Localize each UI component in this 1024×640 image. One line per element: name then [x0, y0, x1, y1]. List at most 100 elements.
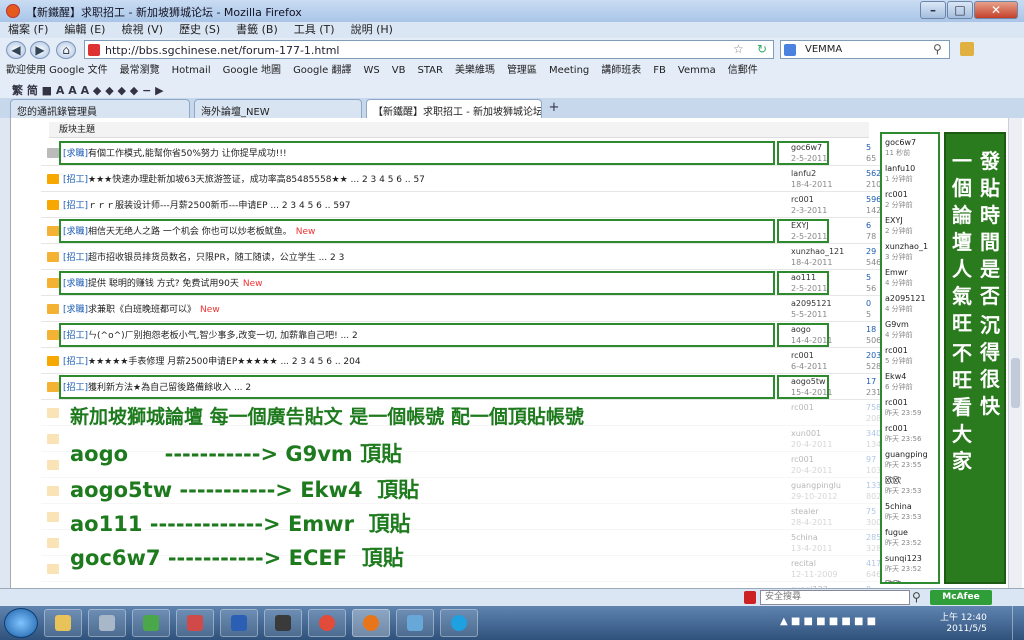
thread-category[interactable]: [招工]: [63, 175, 88, 185]
menu-history[interactable]: 歷史 (S): [171, 22, 228, 38]
menu-file[interactable]: 檔案 (F): [0, 22, 56, 38]
last-post-item[interactable]: 5china 昨天 23:53: [885, 502, 921, 522]
thread-title[interactable]: [招工]★★★★★手表修理 月薪2500申请EP★★★★★ ... 2 3 4 …: [63, 354, 365, 367]
last-post-user[interactable]: rc001: [885, 190, 913, 200]
last-post-user[interactable]: EXYJ: [885, 216, 913, 226]
last-post-item[interactable]: goc6w7 11 秒前: [885, 138, 916, 158]
last-post-item[interactable]: rc001 5 分钟前: [885, 346, 913, 366]
thread-category[interactable]: [招工]: [63, 253, 88, 263]
tab-overseas-forum[interactable]: 海外論壇_NEW: [194, 99, 362, 118]
bookmark-item[interactable]: Hotmail: [166, 62, 217, 80]
bookmark-item[interactable]: FB: [647, 62, 672, 80]
word-taskbar-icon[interactable]: [220, 609, 258, 637]
last-post-user[interactable]: Ekw4: [885, 372, 913, 382]
search-icon[interactable]: ⚲: [933, 42, 942, 56]
tray-icons[interactable]: ▲ ■ ■ ■ ■ ■ ■ ■: [780, 616, 876, 627]
last-post-item[interactable]: a2095121 4 分钟前: [885, 294, 926, 314]
last-post-user[interactable]: rc001: [885, 398, 921, 408]
table-row[interactable]: [招工]★★★快速办理赴新加坡63天旅游签证，成功率高85485558★★ ..…: [41, 166, 886, 192]
search-icon[interactable]: ⚲: [912, 590, 921, 604]
network-taskbar-icon[interactable]: [176, 609, 214, 637]
download-icon[interactable]: [960, 42, 974, 56]
last-post-item[interactable]: Emwr 4 分钟前: [885, 268, 913, 288]
last-post-user[interactable]: 欧欧: [885, 476, 921, 486]
last-post-user[interactable]: 5china: [885, 502, 921, 512]
home-icon[interactable]: ⌂: [56, 41, 76, 59]
last-post-item[interactable]: rc001 昨天 23:56: [885, 424, 921, 444]
bookmark-item[interactable]: 管理區: [501, 62, 543, 80]
table-row[interactable]: [招工]超市招收银员排货员数名，只限PR，随工随读，公立学生 ... 2 3 xu…: [41, 244, 881, 270]
bookmark-item[interactable]: 最常瀏覽: [114, 62, 166, 80]
scrollbar-thumb[interactable]: [1011, 358, 1020, 408]
bookmark-item[interactable]: WS: [358, 62, 386, 80]
bookmark-item[interactable]: Vemma: [672, 62, 722, 80]
last-post-item[interactable]: G9vm 4 分钟前: [885, 320, 913, 340]
thread-title[interactable]: [招工]★★★快速办理赴新加坡63天旅游签证，成功率高85485558★★ ..…: [63, 172, 429, 185]
maximize-button[interactable]: □: [947, 1, 973, 19]
tools-taskbar-icon[interactable]: [88, 609, 126, 637]
last-post-item[interactable]: xunzhao_1 3 分钟前: [885, 242, 928, 262]
last-post-item[interactable]: 欧欧 昨天 23:53: [885, 476, 921, 496]
last-post-user[interactable]: rc001: [885, 424, 921, 434]
last-post-user[interactable]: 欧欧: [885, 580, 901, 582]
author-name[interactable]: xunzhao_121: [791, 246, 844, 257]
author-name[interactable]: rc001: [791, 194, 827, 205]
last-post-item[interactable]: EXYJ 2 分钟前: [885, 216, 913, 236]
search-bar[interactable]: VEMMA ⚲: [780, 40, 950, 59]
thread-title[interactable]: [招工]ｒｒｒ服装设计师---月薪2500新币---申请EP ... 2 3 4…: [63, 198, 355, 211]
clock[interactable]: 上午 12:40 2011/5/5: [940, 613, 987, 635]
minimize-button[interactable]: –: [920, 1, 946, 19]
thread-category[interactable]: [招工]: [63, 357, 88, 367]
bookmark-item[interactable]: STAR: [411, 62, 448, 80]
start-button[interactable]: [4, 608, 38, 638]
thread-category[interactable]: [求職]: [63, 305, 88, 315]
table-row[interactable]: [招工]ｒｒｒ服装设计师---月薪2500新币---申请EP ... 2 3 4…: [41, 192, 891, 218]
forward-icon[interactable]: ▶: [30, 41, 50, 59]
monitor-taskbar-icon[interactable]: [264, 609, 302, 637]
bookmark-item[interactable]: 美樂維瑪: [449, 62, 501, 80]
font-size-icon[interactable]: 繁 简 ■ A A A ◆ ◆ ◆ ◆ − ▶: [12, 82, 164, 98]
menu-help[interactable]: 說明 (H): [343, 22, 401, 38]
vertical-scrollbar[interactable]: [1008, 118, 1022, 588]
bookmark-item[interactable]: 信郵件: [722, 62, 764, 80]
thread-title[interactable]: [求職]求兼职《白班晚班都可以》 New: [63, 302, 220, 315]
last-post-item[interactable]: guangping 昨天 23:55: [885, 450, 928, 470]
last-post-user[interactable]: guangping: [885, 450, 928, 460]
author-name[interactable]: lanfu2: [791, 168, 832, 179]
new-tab-button[interactable]: +: [546, 100, 562, 116]
chrome-taskbar-icon[interactable]: [308, 609, 346, 637]
table-row[interactable]: [招工]★★★★★手表修理 月薪2500申请EP★★★★★ ... 2 3 4 …: [41, 348, 886, 374]
last-post-user[interactable]: G9vm: [885, 320, 913, 330]
last-post-item[interactable]: lanfu10 1 分钟前: [885, 164, 915, 184]
reload-icon[interactable]: ↻: [757, 42, 767, 56]
last-post-user[interactable]: fugue: [885, 528, 921, 538]
url-bar[interactable]: http://bbs.sgchinese.net/forum-177-1.htm…: [84, 40, 774, 59]
show-desktop-button[interactable]: [1012, 606, 1024, 640]
mcafee-button[interactable]: McAfee: [930, 590, 992, 605]
author-name[interactable]: rc001: [791, 350, 827, 361]
last-post-item[interactable]: rc001 昨天 23:59: [885, 398, 921, 418]
media-taskbar-icon[interactable]: [132, 609, 170, 637]
skype-taskbar-icon[interactable]: [440, 609, 478, 637]
tab-active-forum[interactable]: 【新鐵醒】求职招工 - 新加坡狮城论坛: [366, 99, 542, 118]
last-post-user[interactable]: rc001: [885, 346, 913, 356]
explorer-taskbar-icon[interactable]: [44, 609, 82, 637]
thread-title-text[interactable]: ★★★★★手表修理 月薪2500申请EP★★★★★ ... 2 3 4 5 6 …: [88, 357, 361, 367]
table-row[interactable]: [求職]求兼职《白班晚班都可以》 New a2095121 5-5-2011 0 5: [41, 296, 881, 322]
last-post-item[interactable]: Ekw4 6 分钟前: [885, 372, 913, 392]
thread-title-text[interactable]: 超市招收银员排货员数名，只限PR，随工随读，公立学生 ... 2 3: [88, 253, 344, 263]
bookmark-item[interactable]: Google 地圖: [217, 62, 287, 80]
last-post-item[interactable]: sunqi123 昨天 23:52: [885, 554, 922, 574]
last-post-user[interactable]: Emwr: [885, 268, 913, 278]
last-post-user[interactable]: xunzhao_1: [885, 242, 928, 252]
back-icon[interactable]: ◀: [6, 41, 26, 59]
firefox-taskbar-icon[interactable]: [352, 609, 390, 637]
bookmark-item[interactable]: 歡迎使用 Google 文件: [0, 62, 114, 80]
author-name[interactable]: a2095121: [791, 298, 832, 309]
bookmark-item[interactable]: Google 翻譯: [287, 62, 357, 80]
thread-title[interactable]: [招工]超市招收银员排货员数名，只限PR，随工随读，公立学生 ... 2 3: [63, 250, 348, 263]
last-post-item[interactable]: fugue 昨天 23:52: [885, 528, 921, 548]
menu-tools[interactable]: 工具 (T): [286, 22, 343, 38]
close-button[interactable]: ✕: [974, 1, 1018, 19]
thread-title-text[interactable]: ★★★快速办理赴新加坡63天旅游签证，成功率高85485558★★ ... 2 …: [88, 175, 425, 185]
